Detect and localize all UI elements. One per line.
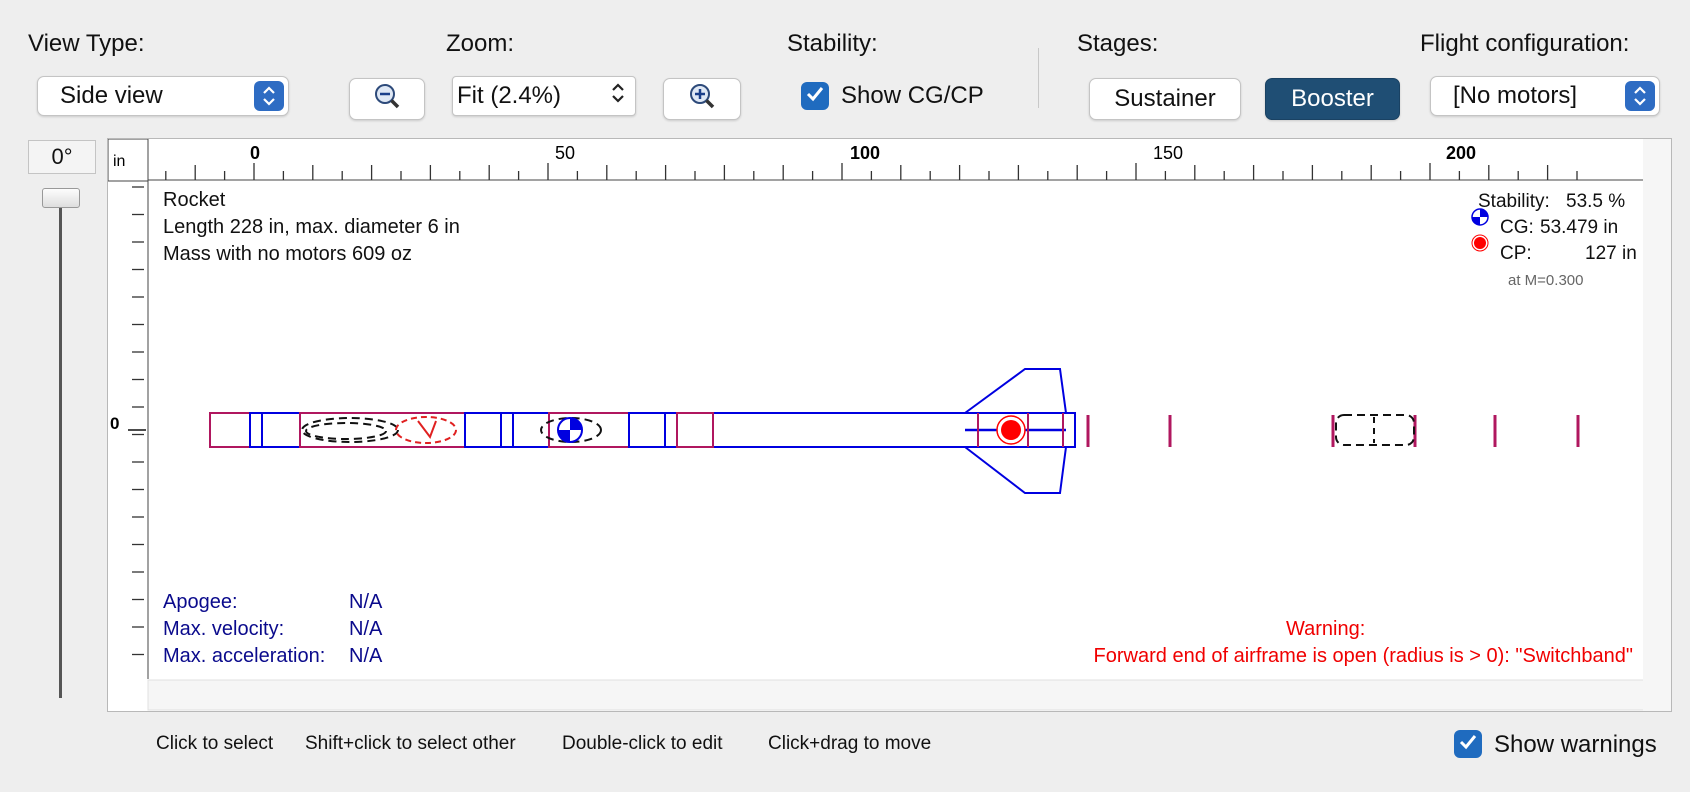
apogee-value: N/A xyxy=(349,591,383,613)
view-type-select[interactable]: Side view xyxy=(37,76,289,116)
check-icon xyxy=(1458,732,1478,757)
cp-marker[interactable] xyxy=(996,415,1026,445)
cg-label: CG: xyxy=(1500,217,1534,238)
show-cgcp-checkbox[interactable] xyxy=(801,82,829,110)
parachute-drogue[interactable] xyxy=(395,416,457,444)
flight-config-select[interactable]: [No motors] xyxy=(1430,76,1660,116)
ruler-label-50: 50 xyxy=(555,143,575,163)
hint-shift-click: Shift+click to select other xyxy=(305,733,516,754)
max-acceleration-value: N/A xyxy=(349,645,383,667)
parachute-main-inner[interactable] xyxy=(305,422,387,440)
vertical-ruler-ticks xyxy=(128,186,146,656)
switchband[interactable] xyxy=(464,412,502,448)
hint-drag: Click+drag to move xyxy=(768,733,932,754)
rotation-slider-handle[interactable] xyxy=(42,188,80,208)
view-type-label: View Type: xyxy=(28,30,145,57)
horizontal-scrollbar[interactable] xyxy=(147,679,1649,711)
view-type-value: Side view xyxy=(60,82,163,109)
rotation-value: 0° xyxy=(28,140,96,174)
hint-double-click: Double-click to edit xyxy=(562,733,723,754)
lower-fin[interactable] xyxy=(964,446,1067,494)
vertical-ruler: 0 xyxy=(110,181,149,679)
stages-label: Stages: xyxy=(1077,30,1159,57)
toolbar-divider xyxy=(1038,48,1039,108)
flight-config-label: Flight configuration: xyxy=(1420,30,1630,57)
check-icon xyxy=(805,84,825,109)
rocket-mass: Mass with no motors 609 oz xyxy=(163,243,412,265)
cp-value: 127 in xyxy=(1585,243,1637,264)
coupler-ring[interactable] xyxy=(664,412,678,448)
zoom-label: Zoom: xyxy=(446,30,515,57)
max-acceleration-label: Max. acceleration: xyxy=(163,645,326,667)
ruler-label-0: 0 xyxy=(250,143,260,163)
vertical-ruler-zero: 0 xyxy=(110,414,119,433)
warning-title: Warning: xyxy=(1286,618,1366,640)
cp-legend-icon xyxy=(1471,234,1489,252)
zoom-in-icon xyxy=(688,82,716,117)
rotation-slider-track[interactable] xyxy=(59,190,62,698)
rocket-name: Rocket xyxy=(163,189,226,211)
stage-sustainer-button[interactable]: Sustainer xyxy=(1089,78,1241,120)
zoom-select[interactable]: Fit (2.4%) xyxy=(452,76,636,116)
ruler-unit: in xyxy=(113,153,125,170)
apogee-label: Apogee: xyxy=(163,591,238,613)
hint-click: Click to select xyxy=(156,733,274,754)
zoom-in-button[interactable] xyxy=(663,78,741,120)
stability-text-label: Stability: xyxy=(1478,191,1550,212)
show-warnings-checkbox[interactable] xyxy=(1454,730,1482,758)
mach-note: at M=0.300 xyxy=(1508,272,1584,289)
warning-message: Forward end of airframe is open (radius … xyxy=(1093,645,1633,667)
avionics-bay[interactable] xyxy=(512,412,550,448)
stage-booster-button[interactable]: Booster xyxy=(1265,78,1400,120)
ruler-label-200: 200 xyxy=(1446,143,1476,163)
zoom-out-button[interactable] xyxy=(349,78,425,120)
stability-label: Stability: xyxy=(787,30,878,57)
chevron-up-down-icon xyxy=(611,82,625,111)
upper-fin[interactable] xyxy=(964,368,1067,414)
nose-section[interactable] xyxy=(209,412,251,448)
horizontal-ruler: 0 50 100 150 200 xyxy=(108,139,1671,181)
rocket-figure[interactable] xyxy=(209,368,1580,494)
stability-text-value: 53.5 % xyxy=(1566,191,1626,212)
vertical-scrollbar[interactable] xyxy=(1643,139,1671,711)
coupler[interactable] xyxy=(249,412,263,448)
shock-cord[interactable] xyxy=(417,420,437,440)
show-cgcp-label[interactable]: Show CG/CP xyxy=(841,82,984,110)
bulkhead-section[interactable] xyxy=(261,412,301,448)
rocket-figure-canvas[interactable]: 0 50 100 150 200 in 0 Rocket Length 228 … xyxy=(107,138,1672,712)
cg-marker[interactable] xyxy=(557,417,583,443)
flight-config-value: [No motors] xyxy=(1453,82,1578,109)
zoom-out-icon xyxy=(373,82,401,117)
lower-coupler[interactable] xyxy=(676,412,714,448)
zoom-value: Fit (2.4%) xyxy=(457,82,562,109)
ruler-label-150: 150 xyxy=(1153,143,1183,163)
avionics-ring[interactable] xyxy=(500,412,514,448)
ruler-label-100: 100 xyxy=(850,143,880,163)
max-velocity-value: N/A xyxy=(349,618,383,640)
rocket-length: Length 228 in, max. diameter 6 in xyxy=(163,216,460,238)
cg-value: 53.479 in xyxy=(1540,217,1619,238)
chevron-up-down-icon xyxy=(1625,81,1655,111)
max-velocity-label: Max. velocity: xyxy=(163,618,285,640)
coupler-2[interactable] xyxy=(628,412,666,448)
cp-label: CP: xyxy=(1500,243,1532,264)
parachute-main[interactable] xyxy=(301,417,399,443)
show-warnings-label[interactable]: Show warnings xyxy=(1494,731,1657,759)
chevron-up-down-icon xyxy=(254,81,284,111)
